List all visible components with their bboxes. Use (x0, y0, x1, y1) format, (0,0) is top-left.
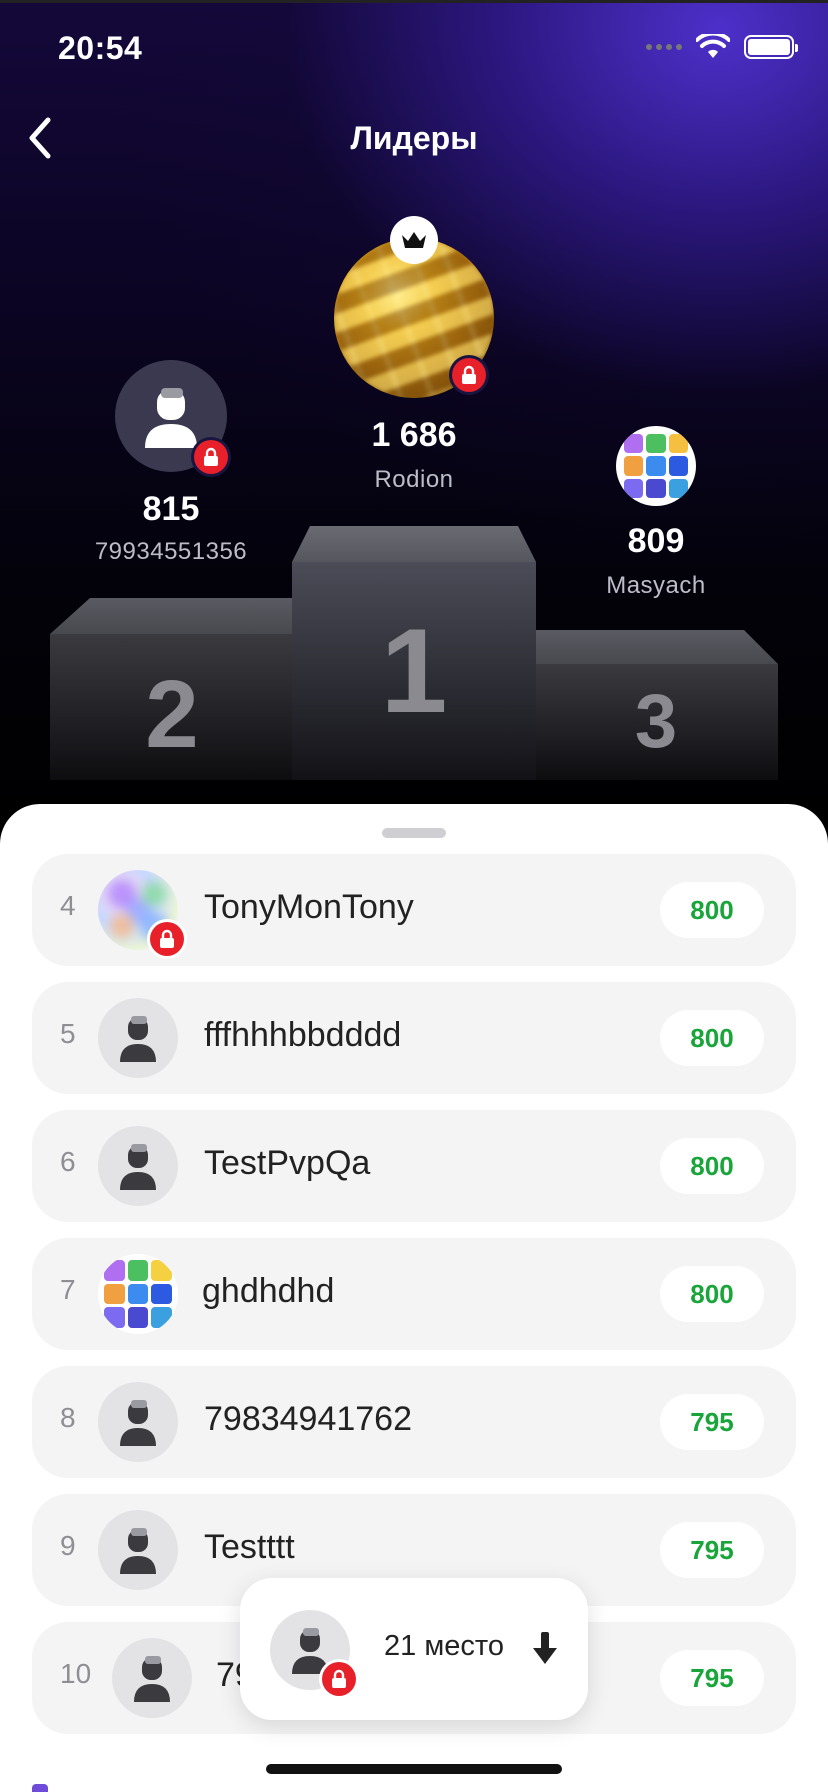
leaderboard-row[interactable]: 6 TestPvpQa 800 (32, 1110, 796, 1222)
home-indicator (266, 1764, 562, 1774)
row-score: 795 (660, 1650, 764, 1706)
row-score: 795 (660, 1394, 764, 1450)
row-score: 800 (660, 1138, 764, 1194)
row-username: Testttt (204, 1528, 295, 1566)
row-score: 800 (660, 1010, 764, 1066)
user-icon (145, 388, 197, 448)
leaders-hero: 20:54 Лидеры 2 3 1 815 79934551356 1 686… (0, 0, 828, 830)
row-score: 795 (660, 1522, 764, 1578)
user-icon (120, 1400, 156, 1446)
row-rank: 8 (60, 1402, 76, 1433)
lock-icon (452, 358, 486, 392)
row-username: fffhhhbbdddd (204, 1016, 402, 1054)
my-place-label: 21 место (384, 1630, 504, 1662)
user-icon (120, 1016, 156, 1062)
row-score: 800 (660, 882, 764, 938)
status-time: 20:54 (58, 30, 143, 66)
podium-second-number: 2 (145, 661, 199, 768)
row-rank: 5 (60, 1018, 76, 1049)
lock-icon (150, 922, 184, 956)
podium-first: 1 (292, 526, 536, 780)
third-place-score: 809 (627, 522, 685, 560)
user-icon (120, 1528, 156, 1574)
signal-icon (646, 44, 682, 50)
battery-icon (744, 35, 798, 59)
leaderboard-row[interactable]: 4 TonyMonTony 800 (32, 854, 796, 966)
first-place-name: Rodion (374, 466, 454, 493)
row-score: 800 (660, 1266, 764, 1322)
row-rank: 6 (60, 1146, 76, 1177)
row-rank: 4 (60, 890, 76, 921)
user-icon (134, 1656, 170, 1702)
podium-third-number: 3 (634, 679, 678, 764)
podium-first-number: 1 (380, 604, 448, 738)
leaderboard-row[interactable]: 8 79834941762 795 (32, 1366, 796, 1478)
podium-third: 3 (534, 630, 778, 780)
podium-second: 2 (50, 598, 294, 780)
crown-badge (390, 216, 438, 264)
third-place-name: Masyach (606, 572, 706, 599)
row-avatar (98, 1254, 178, 1334)
my-position-card[interactable]: 21 место (240, 1578, 588, 1720)
row-avatar (98, 1510, 178, 1590)
row-username: 79834941762 (204, 1400, 413, 1438)
row-username: TonyMonTony (204, 888, 414, 926)
row-username: TestPvpQa (204, 1144, 371, 1182)
second-place-score: 815 (142, 490, 200, 528)
user-icon (120, 1144, 156, 1190)
crown-icon (402, 232, 426, 248)
sheet-handle[interactable] (382, 828, 446, 838)
lock-icon (194, 440, 228, 474)
row-rank: 7 (60, 1274, 76, 1305)
row-avatar (98, 1126, 178, 1206)
row-avatar (98, 1382, 178, 1462)
first-place-score: 1 686 (371, 416, 457, 454)
status-icons (646, 34, 798, 60)
wifi-icon (696, 34, 730, 58)
row-avatar (112, 1638, 192, 1718)
row-rank: 9 (60, 1530, 76, 1561)
leaderboard-row[interactable]: 7 ghdhdhd 800 (32, 1238, 796, 1350)
lock-icon (322, 1662, 356, 1696)
row-avatar (98, 998, 178, 1078)
leaderboard-row[interactable]: 5 fffhhhbbdddd 800 (32, 982, 796, 1094)
bottom-accent (32, 1784, 48, 1792)
arrow-down-icon (533, 1632, 557, 1664)
third-place-avatar[interactable] (616, 426, 696, 506)
row-username: ghdhdhd (202, 1272, 335, 1310)
page-title: Лидеры (350, 120, 478, 156)
second-place-name: 79934551356 (94, 538, 248, 565)
row-rank: 10 (60, 1658, 92, 1689)
